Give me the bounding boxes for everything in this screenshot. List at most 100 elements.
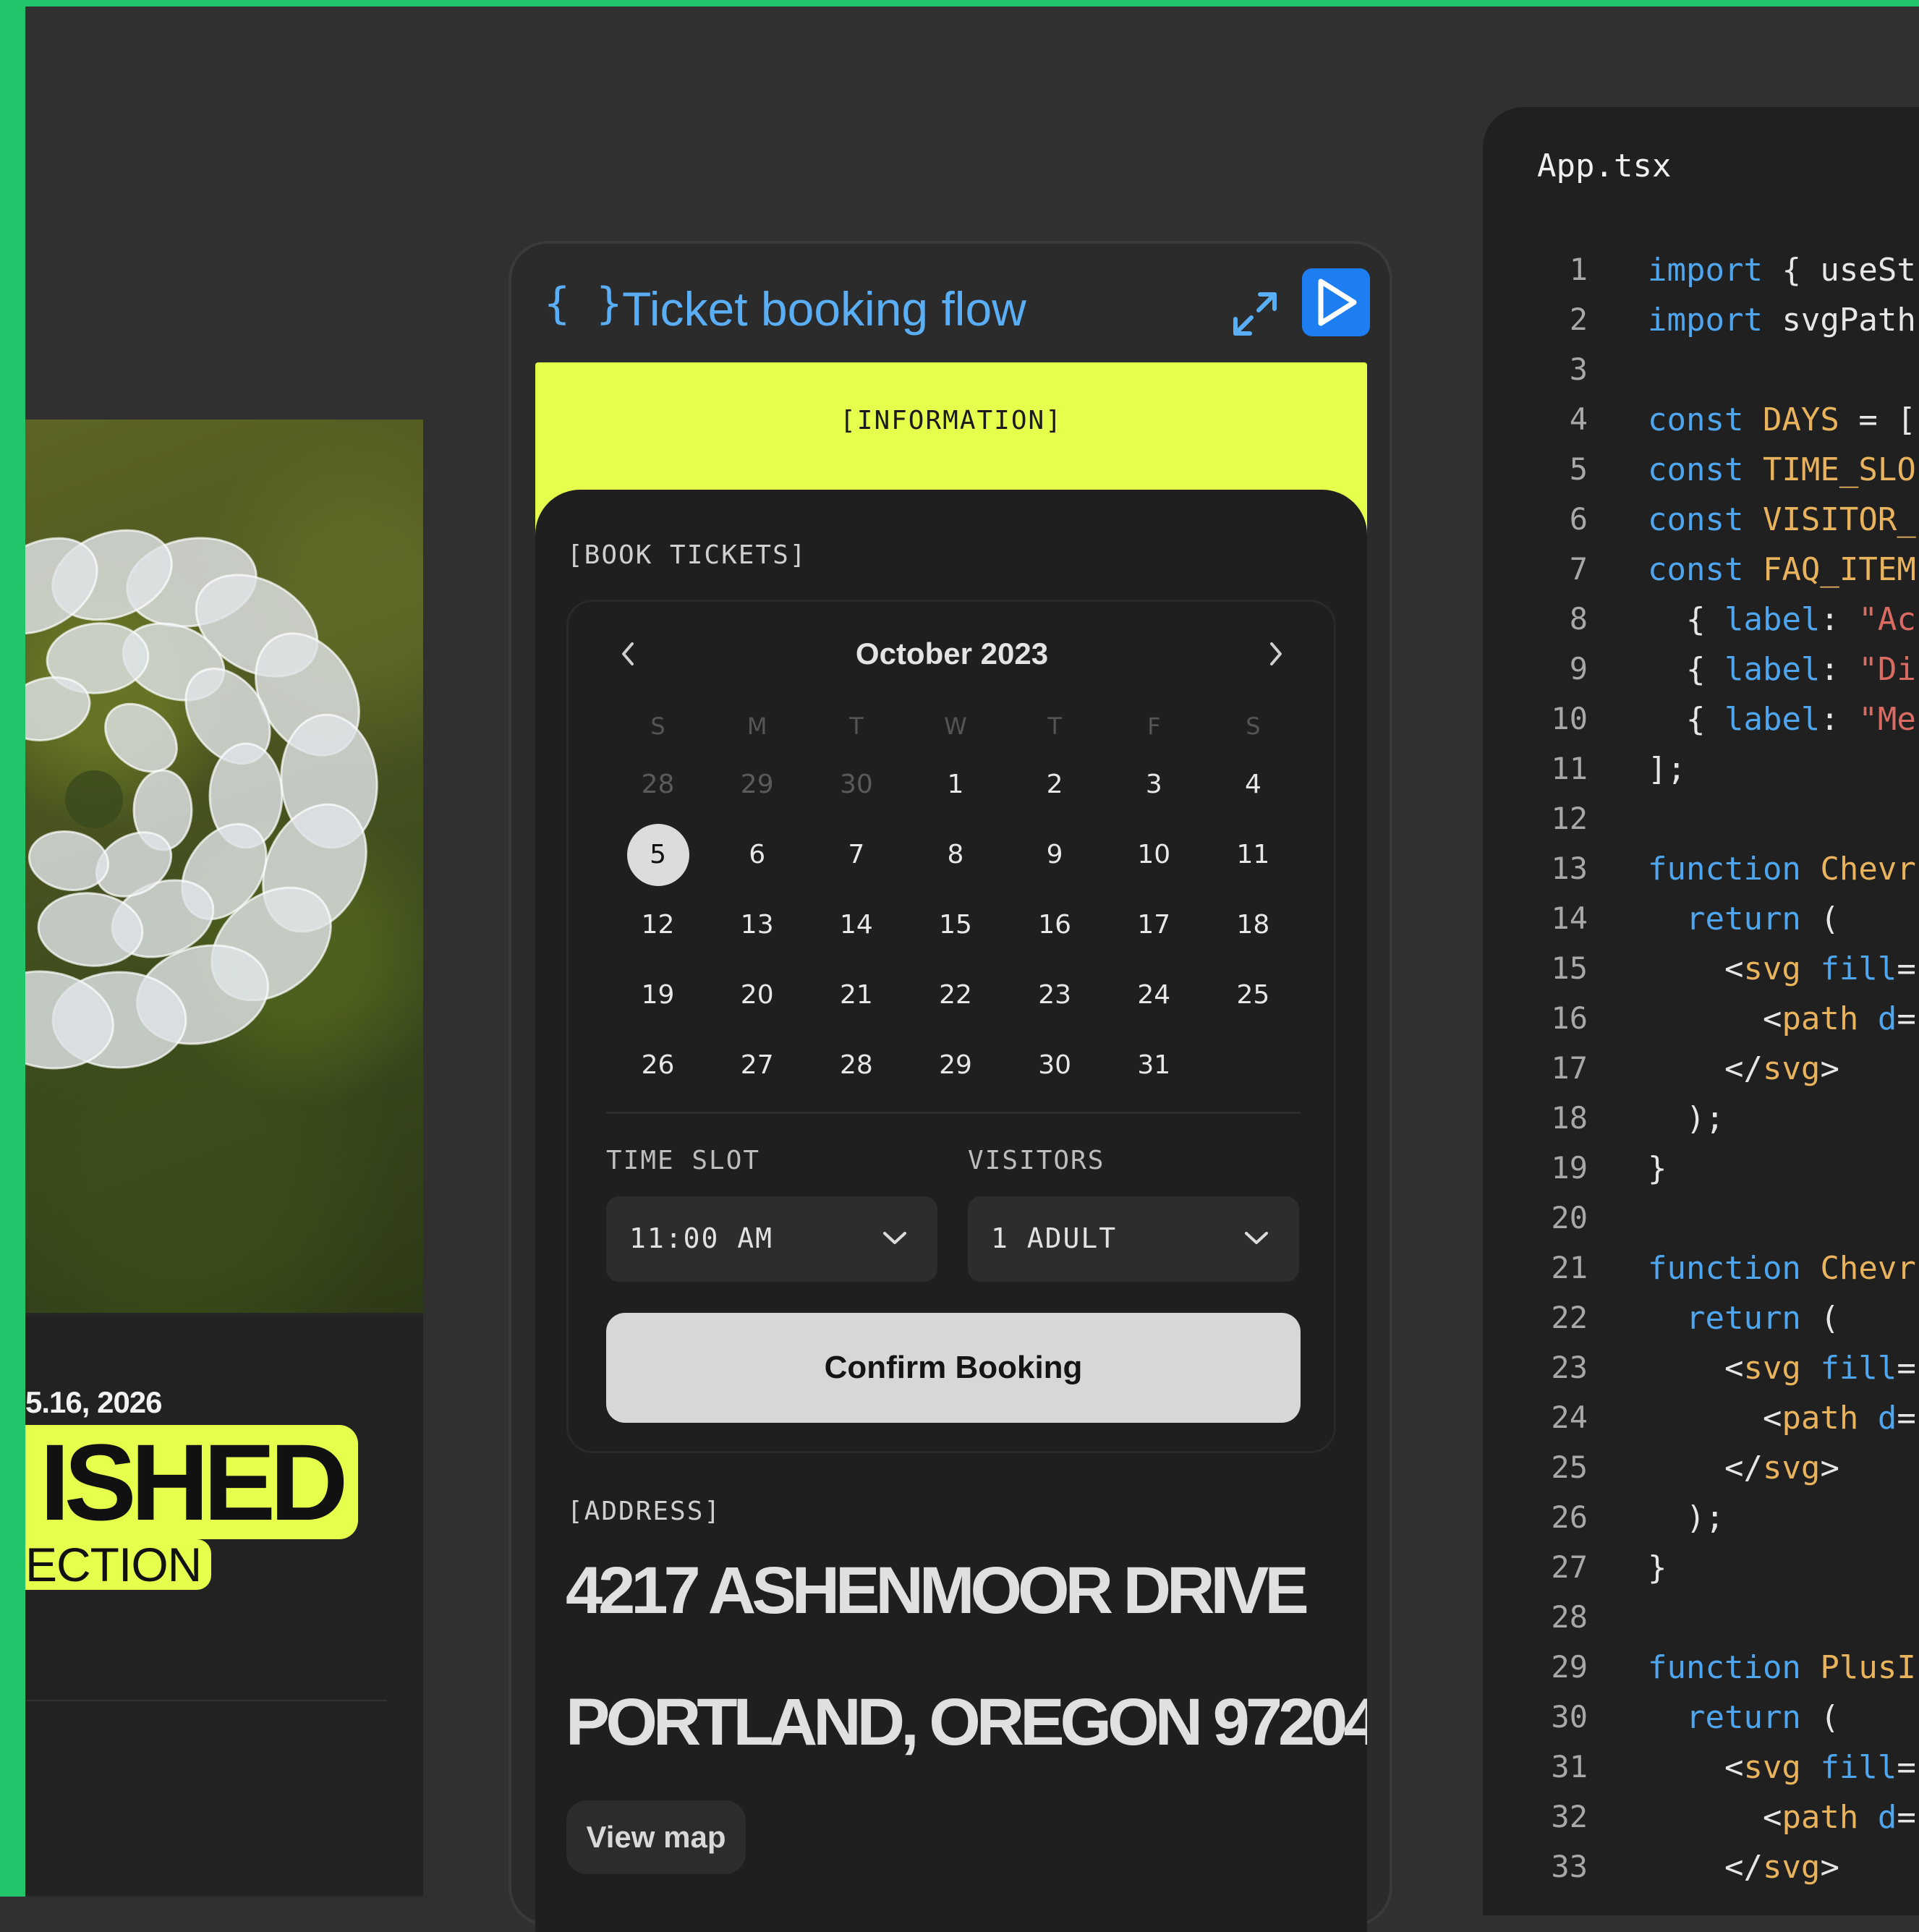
code-token: DAYS (1762, 401, 1839, 438)
calendar-day[interactable]: 12 (608, 910, 707, 940)
calendar-day[interactable]: 19 (608, 980, 707, 1010)
run-button[interactable] (1302, 268, 1370, 336)
code-text: } (1648, 1150, 1667, 1187)
code-token: const (1648, 401, 1744, 438)
code-token: = (1897, 1000, 1916, 1037)
calendar-day[interactable]: 14 (807, 910, 906, 940)
calendar-day[interactable]: 23 (1005, 980, 1105, 1010)
code-text: </svg> (1648, 1849, 1839, 1886)
calendar-day[interactable]: 6 (707, 840, 807, 869)
time-slot-value: 11:00 AM (629, 1222, 774, 1254)
calendar-day[interactable]: 7 (807, 840, 906, 869)
code-token: svg (1762, 1450, 1821, 1486)
calendar-day[interactable]: 25 (1204, 980, 1303, 1010)
calendar-day-outside[interactable]: 29 (707, 770, 807, 799)
line-number: 12 (1551, 801, 1588, 836)
calendar-day[interactable]: 4 (1204, 770, 1303, 799)
code-text: ); (1648, 1100, 1724, 1137)
calendar-day[interactable]: 21 (807, 980, 906, 1010)
left-accent-bar (0, 0, 25, 1897)
code-text: <path d= (1648, 1000, 1916, 1037)
calendar-day[interactable]: 20 (707, 980, 807, 1010)
calendar-day[interactable]: 2 (1005, 770, 1105, 799)
line-number: 22 (1551, 1300, 1588, 1335)
line-number: 8 (1569, 601, 1588, 637)
code-token: d (1877, 1799, 1897, 1836)
calendar-day[interactable]: 15 (906, 910, 1005, 940)
calendar-day[interactable]: 11 (1204, 840, 1303, 869)
calendar-day[interactable]: 28 (807, 1050, 906, 1080)
weekday-label: S (1246, 712, 1261, 740)
event-card[interactable]: 5.16, 2026 ISHED ECTION (25, 420, 423, 1897)
code-token: </ (1648, 1450, 1763, 1486)
calendar-day[interactable]: 30 (1005, 1050, 1105, 1080)
calendar-day[interactable]: 9 (1005, 840, 1105, 869)
calendar-day[interactable]: 8 (906, 840, 1005, 869)
line-number: 24 (1551, 1400, 1588, 1435)
confirm-booking-button[interactable]: Confirm Booking (606, 1313, 1301, 1423)
code-line: 7 const FAQ_ITEM (1483, 551, 1919, 601)
code-line: 14 return ( (1483, 901, 1919, 950)
visitors-value: 1 ADULT (991, 1222, 1118, 1254)
event-subline-badge: ECTION (25, 1539, 212, 1590)
braces-icon: { } (544, 278, 623, 329)
code-text: function Chevr (1648, 851, 1916, 888)
calendar-day[interactable]: 26 (608, 1050, 707, 1080)
calendar-day[interactable]: 22 (906, 980, 1005, 1010)
code-area[interactable]: 1 import { useSt 2 import svgPath 3 4 const DA… (1483, 252, 1919, 1899)
code-token: < (1648, 1749, 1744, 1786)
line-number: 21 (1551, 1250, 1588, 1285)
editor-tab[interactable]: App.tsx (1537, 148, 1671, 184)
time-slot-select[interactable]: 11:00 AM (606, 1196, 937, 1282)
calendar-day[interactable]: 1 (906, 770, 1005, 799)
code-token: "Di (1858, 651, 1916, 688)
code-text: { label: "Me (1648, 701, 1916, 738)
calendar-day[interactable]: 31 (1105, 1050, 1204, 1080)
calendar-week: 12 13 14 15 16 17 18 (608, 890, 1303, 960)
calendar-day[interactable]: 18 (1204, 910, 1303, 940)
calendar-day-outside[interactable]: 30 (807, 770, 906, 799)
code-token: = (1897, 1749, 1916, 1786)
chevron-right-icon[interactable] (1261, 632, 1290, 676)
calendar-day[interactable]: 27 (707, 1050, 807, 1080)
widget-title: Ticket booking flow (622, 282, 1026, 336)
code-line: 26 ); (1483, 1499, 1919, 1549)
calendar-day-selected[interactable]: 5 (608, 823, 707, 886)
expand-icon[interactable] (1231, 290, 1279, 338)
code-token: function (1648, 1649, 1801, 1686)
calendar-day[interactable]: 24 (1105, 980, 1204, 1010)
calendar-day[interactable]: 16 (1005, 910, 1105, 940)
code-token: label (1724, 601, 1821, 638)
code-text: <svg fill= (1648, 1350, 1916, 1387)
view-map-button[interactable]: View map (566, 1800, 746, 1874)
code-text: </svg> (1648, 1050, 1839, 1087)
code-text: const DAYS = [ (1648, 401, 1916, 438)
calendar-day[interactable]: 13 (707, 910, 807, 940)
event-date: 5.16, 2026 (25, 1385, 163, 1419)
code-token: = (1897, 1400, 1916, 1437)
code-token: svg (1743, 950, 1801, 987)
calendar-day-outside[interactable]: 28 (608, 770, 707, 799)
calendar-day[interactable]: 17 (1105, 910, 1204, 940)
code-token: import (1648, 252, 1763, 289)
code-text: const TIME_SLO (1648, 451, 1916, 488)
code-token: < (1648, 950, 1744, 987)
code-token: { (1648, 601, 1724, 638)
code-line: 16 <path d= (1483, 1000, 1919, 1050)
calendar-day[interactable]: 10 (1105, 840, 1204, 869)
visitors-select[interactable]: 1 ADULT (968, 1196, 1299, 1282)
code-editor: App.tsx 1 import { useSt 2 import svgPath 3 4… (1483, 107, 1919, 1915)
calendar-day[interactable]: 3 (1105, 770, 1204, 799)
code-token: : (1820, 651, 1859, 688)
calendar-day[interactable]: 29 (906, 1050, 1005, 1080)
code-token: < (1648, 1000, 1782, 1037)
code-line: 17 </svg> (1483, 1050, 1919, 1100)
code-token: { (1648, 701, 1724, 738)
line-number: 14 (1551, 901, 1588, 936)
book-tickets-label: [BOOK TICKETS] (567, 540, 807, 570)
code-line: 23 <svg fill= (1483, 1350, 1919, 1400)
